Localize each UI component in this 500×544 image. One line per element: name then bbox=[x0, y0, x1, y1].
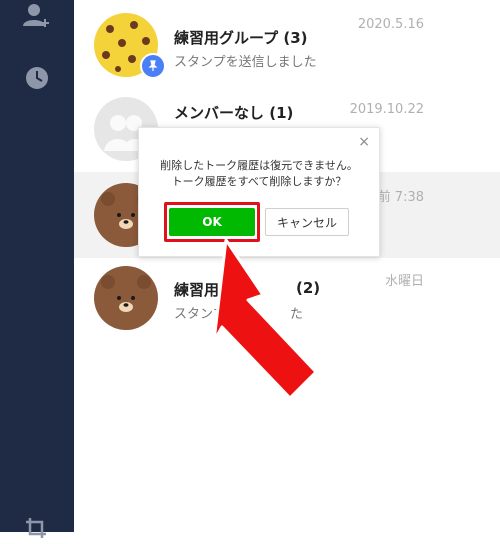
crop-icon[interactable] bbox=[22, 514, 52, 544]
dialog-message-line1: 削除したトーク履歴は復元できません。 bbox=[160, 159, 358, 172]
chat-row-practice[interactable]: 練習用 (2) スタンプ た 水曜日 bbox=[74, 258, 500, 344]
pin-icon bbox=[140, 53, 166, 79]
yellow-bear-pattern-avatar bbox=[94, 13, 166, 79]
dialog-message-line2: トーク履歴をすべて削除しますか？ bbox=[171, 175, 347, 188]
add-friend-icon[interactable] bbox=[22, 2, 52, 32]
chat-date: 前 7:38 bbox=[377, 190, 424, 205]
chat-date: 2019.10.22 bbox=[349, 102, 424, 117]
dialog-message: 削除したトーク履歴は復元できません。 トーク履歴をすべて削除しますか？ bbox=[139, 158, 379, 190]
brown-bear-avatar bbox=[94, 266, 158, 330]
chat-name: 練習用グループ (3) bbox=[174, 29, 308, 47]
close-icon[interactable]: × bbox=[358, 134, 370, 150]
chat-last-message-tail: た bbox=[290, 307, 304, 322]
ok-button[interactable]: OK bbox=[169, 208, 255, 236]
sidebar bbox=[0, 0, 74, 538]
chat-date: 水曜日 bbox=[384, 274, 424, 289]
chat-name: 練習用 bbox=[174, 281, 220, 299]
chat-last-message: スタンプを送信しました bbox=[174, 55, 317, 70]
chat-last-message: スタンプ bbox=[174, 307, 226, 322]
clock-icon[interactable] bbox=[22, 63, 52, 93]
chat-date: 2020.5.16 bbox=[357, 17, 424, 32]
chat-list: 練習用グループ (3) スタンプを送信しました 2020.5.16 メンバーなし… bbox=[74, 0, 500, 532]
cancel-button[interactable]: キャンセル bbox=[265, 208, 349, 236]
chat-name: メンバーなし (1) bbox=[174, 104, 294, 122]
chat-count: (2) bbox=[296, 279, 321, 297]
chat-row-practice-group[interactable]: 練習用グループ (3) スタンプを送信しました 2020.5.16 bbox=[74, 0, 500, 86]
delete-history-dialog: × 削除したトーク履歴は復元できません。 トーク履歴をすべて削除しますか？ OK… bbox=[138, 127, 380, 257]
